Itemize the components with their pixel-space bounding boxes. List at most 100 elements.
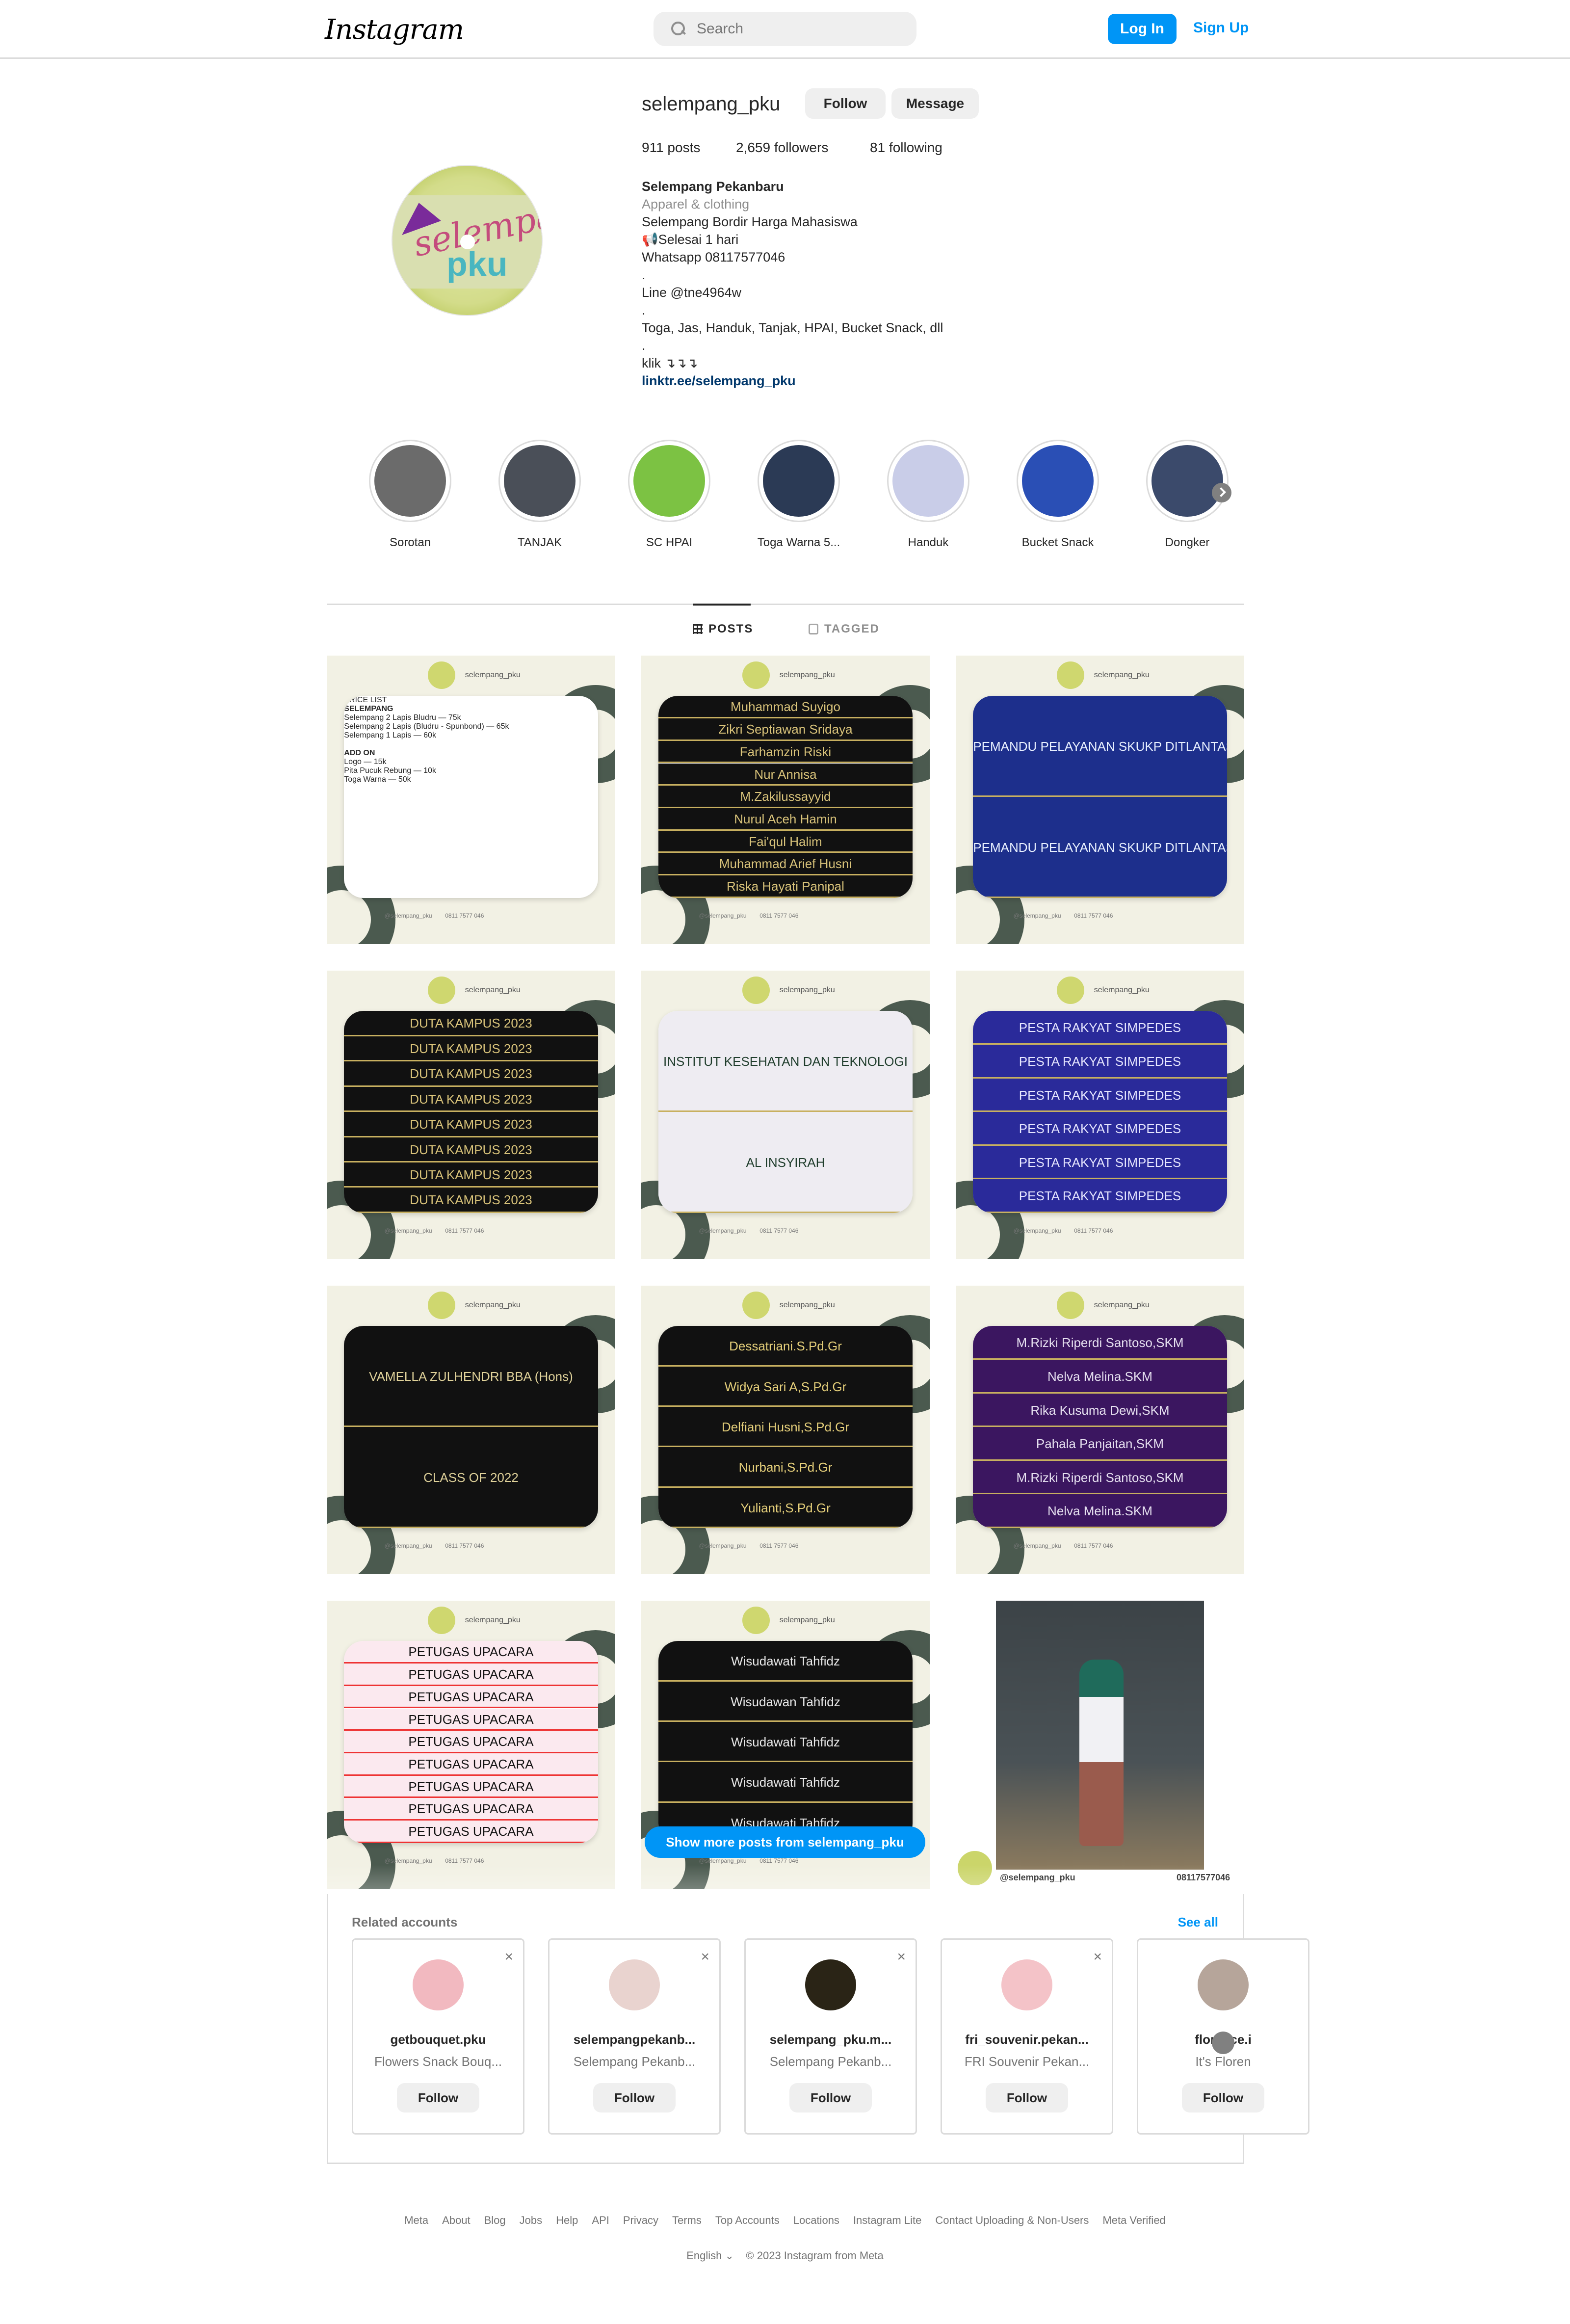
language-selector[interactable]: English <box>686 2249 722 2262</box>
footer-link[interactable]: Jobs <box>520 2214 542 2226</box>
sash-text: Zikri Septiawan Sridaya <box>658 718 913 741</box>
related-account-avatar[interactable] <box>1198 1959 1249 2010</box>
message-button[interactable]: Message <box>891 88 979 119</box>
related-follow-button[interactable]: Follow <box>593 2083 676 2113</box>
footer-link[interactable]: Meta Verified <box>1102 2214 1165 2226</box>
post-thumbnail[interactable]: selempang_pku PRICE LIST SELEMPANG Selempan… <box>327 656 615 944</box>
post-thumbnail[interactable]: selempang_pku DUTA KAMPUS 2023 DUTA KAMPUS… <box>327 971 615 1259</box>
related-account-name[interactable]: selempang_pku.m... <box>746 2032 916 2047</box>
footer-link[interactable]: Locations <box>793 2214 839 2226</box>
footer-link[interactable]: About <box>442 2214 471 2226</box>
highlight-ring <box>758 440 840 522</box>
addon-item: Toga Warna — 50k <box>344 775 411 784</box>
related-follow-button[interactable]: Follow <box>789 2083 872 2113</box>
highlight-label: SC HPAI <box>646 536 693 549</box>
highlight-item[interactable]: TANJAK <box>496 440 584 550</box>
footer-link[interactable]: Instagram Lite <box>853 2214 921 2226</box>
post-footer: @selempang_pku 0811 7577 046 <box>1013 1542 1113 1550</box>
post-thumbnail[interactable]: selempang_pku PETUGAS UPACARA PETUGAS UPAC… <box>327 1601 615 1889</box>
post-thumbnail[interactable]: selempang_pku Muhammad Suyigo Zikri Septia… <box>641 656 930 944</box>
instagram-logo[interactable]: Instagram <box>325 14 464 46</box>
related-account-avatar[interactable] <box>413 1959 464 2010</box>
sash-text: PETUGAS UPACARA <box>344 1641 598 1664</box>
post-thumbnail[interactable]: selempang_pku PEMANDU PELAYANAN SKUKP DIT… <box>956 656 1244 944</box>
bio-link[interactable]: linktr.ee/selempang_pku <box>642 372 1083 390</box>
related-account-name[interactable]: selempangpekanb... <box>550 2032 719 2047</box>
highlight-thumbnail <box>1151 445 1223 517</box>
search-box[interactable] <box>654 12 916 46</box>
sash-text: DUTA KAMPUS 2023 <box>344 1188 598 1213</box>
related-account-card[interactable]: × selempang_pku.m... Selempang Pekanb... Fo… <box>744 1938 917 2135</box>
highlight-item[interactable]: Bucket Snack <box>1014 440 1102 550</box>
footer-link[interactable]: Help <box>556 2214 578 2226</box>
highlight-item[interactable]: SC HPAI <box>625 440 713 550</box>
tab-tagged[interactable]: TAGGED <box>809 622 880 636</box>
dismiss-icon[interactable]: × <box>701 1950 709 1964</box>
highlight-item[interactable]: Toga Warna 5... <box>755 440 843 550</box>
post-thumbnail[interactable]: selempang_pku INSTITUT KESEHATAN DAN TEKN… <box>641 971 930 1259</box>
show-more-posts-button[interactable]: Show more posts from selempang_pku <box>645 1826 925 1858</box>
see-all-link[interactable]: See all <box>1178 1915 1218 1930</box>
post-footer: @selempang_pku 0811 7577 046 <box>699 1542 799 1550</box>
sash-text: Riska Hayati Panipal <box>658 875 913 898</box>
post-thumbnail[interactable]: selempang_pku PESTA RAKYAT SIMPEDES PESTA … <box>956 971 1244 1259</box>
related-account-desc: Selempang Pekanb... <box>573 2054 696 2069</box>
post-handle: selempang_pku <box>1056 976 1150 1004</box>
related-account-name[interactable]: getbouquet.pku <box>353 2032 523 2047</box>
chevron-down-icon[interactable]: ⌄ <box>725 2249 743 2262</box>
related-account-name[interactable]: fri_souvenir.pekan... <box>942 2032 1112 2047</box>
signup-link[interactable]: Sign Up <box>1193 20 1249 36</box>
related-next-button[interactable] <box>1212 2032 1234 2054</box>
mini-avatar <box>1056 1291 1084 1319</box>
related-follow-button[interactable]: Follow <box>986 2083 1068 2113</box>
post-handle: selempang_pku <box>1056 661 1150 689</box>
related-account-avatar[interactable] <box>609 1959 660 2010</box>
following-count[interactable]: 81 following <box>870 140 942 156</box>
tab-posts[interactable]: POSTS <box>693 622 753 636</box>
highlight-item[interactable]: Handuk <box>884 440 972 550</box>
sash-text: Fai'qul Halim <box>658 830 913 853</box>
related-follow-button[interactable]: Follow <box>1182 2083 1264 2113</box>
sash-text: Pahala Panjaitan,SKM <box>973 1427 1227 1461</box>
mini-avatar <box>1056 661 1084 689</box>
sash-text: Wisudawati Tahfidz <box>658 1721 913 1763</box>
mini-avatar <box>427 661 455 689</box>
related-follow-button[interactable]: Follow <box>397 2083 479 2113</box>
dismiss-icon[interactable]: × <box>897 1950 906 1964</box>
footer-link[interactable]: Privacy <box>623 2214 658 2226</box>
sash-text: Nurul Aceh Hamin <box>658 808 913 831</box>
footer-link[interactable]: Contact Uploading & Non-Users <box>935 2214 1089 2226</box>
footer-link[interactable]: API <box>592 2214 609 2226</box>
mini-avatar <box>742 661 770 689</box>
login-button[interactable]: Log In <box>1108 14 1177 44</box>
footer-link[interactable]: Blog <box>484 2214 506 2226</box>
bio-line: . <box>642 303 646 317</box>
bio-name: Selempang Pekanbaru <box>642 179 784 194</box>
related-account-avatar[interactable] <box>805 1959 856 2010</box>
followers-count[interactable]: 2,659 followers <box>736 140 828 156</box>
related-account-card[interactable]: × selempangpekanb... Selempang Pekanb... Fo… <box>548 1938 721 2135</box>
post-thumbnail[interactable]: selempang_pku M.Rizki Riperdi Santoso,SKM… <box>956 1286 1244 1574</box>
highlights-next-button[interactable] <box>1212 483 1231 502</box>
tagged-user-icon <box>809 624 818 634</box>
highlight-item[interactable]: Sorotan <box>366 440 454 550</box>
footer-link[interactable]: Terms <box>672 2214 702 2226</box>
post-footer: @selempang_pku 0811 7577 046 <box>384 1227 484 1235</box>
footer-link[interactable]: Meta <box>404 2214 428 2226</box>
post-handle: selempang_pku <box>1056 1291 1150 1319</box>
dismiss-icon[interactable]: × <box>1093 1950 1102 1964</box>
related-account-avatar[interactable] <box>1001 1959 1052 2010</box>
post-thumbnail[interactable]: selempang_pku Dessatriani.S.Pd.Gr Widya Sa… <box>641 1286 930 1574</box>
dismiss-icon[interactable]: × <box>504 1950 513 1964</box>
footer-link[interactable]: Top Accounts <box>715 2214 780 2226</box>
follow-button[interactable]: Follow <box>805 88 886 119</box>
related-account-card[interactable]: × fri_souvenir.pekan... FRI Souvenir Pekan… <box>941 1938 1113 2135</box>
post-thumbnail[interactable]: @selempang_pku08117577046 <box>956 1601 1244 1889</box>
price-item: Selempang 2 Lapis (Bludru - Spunbond) — … <box>344 722 509 731</box>
related-account-card[interactable]: × getbouquet.pku Flowers Snack Bouq... Foll… <box>352 1938 524 2135</box>
post-thumbnail[interactable]: selempang_pku VAMELLA ZULHENDRI BBA (Hons… <box>327 1286 615 1574</box>
highlight-thumbnail <box>763 445 835 517</box>
search-input[interactable] <box>697 21 893 37</box>
sash-text: DUTA KAMPUS 2023 <box>344 1036 598 1062</box>
bio-category: Apparel & clothing <box>642 197 750 211</box>
